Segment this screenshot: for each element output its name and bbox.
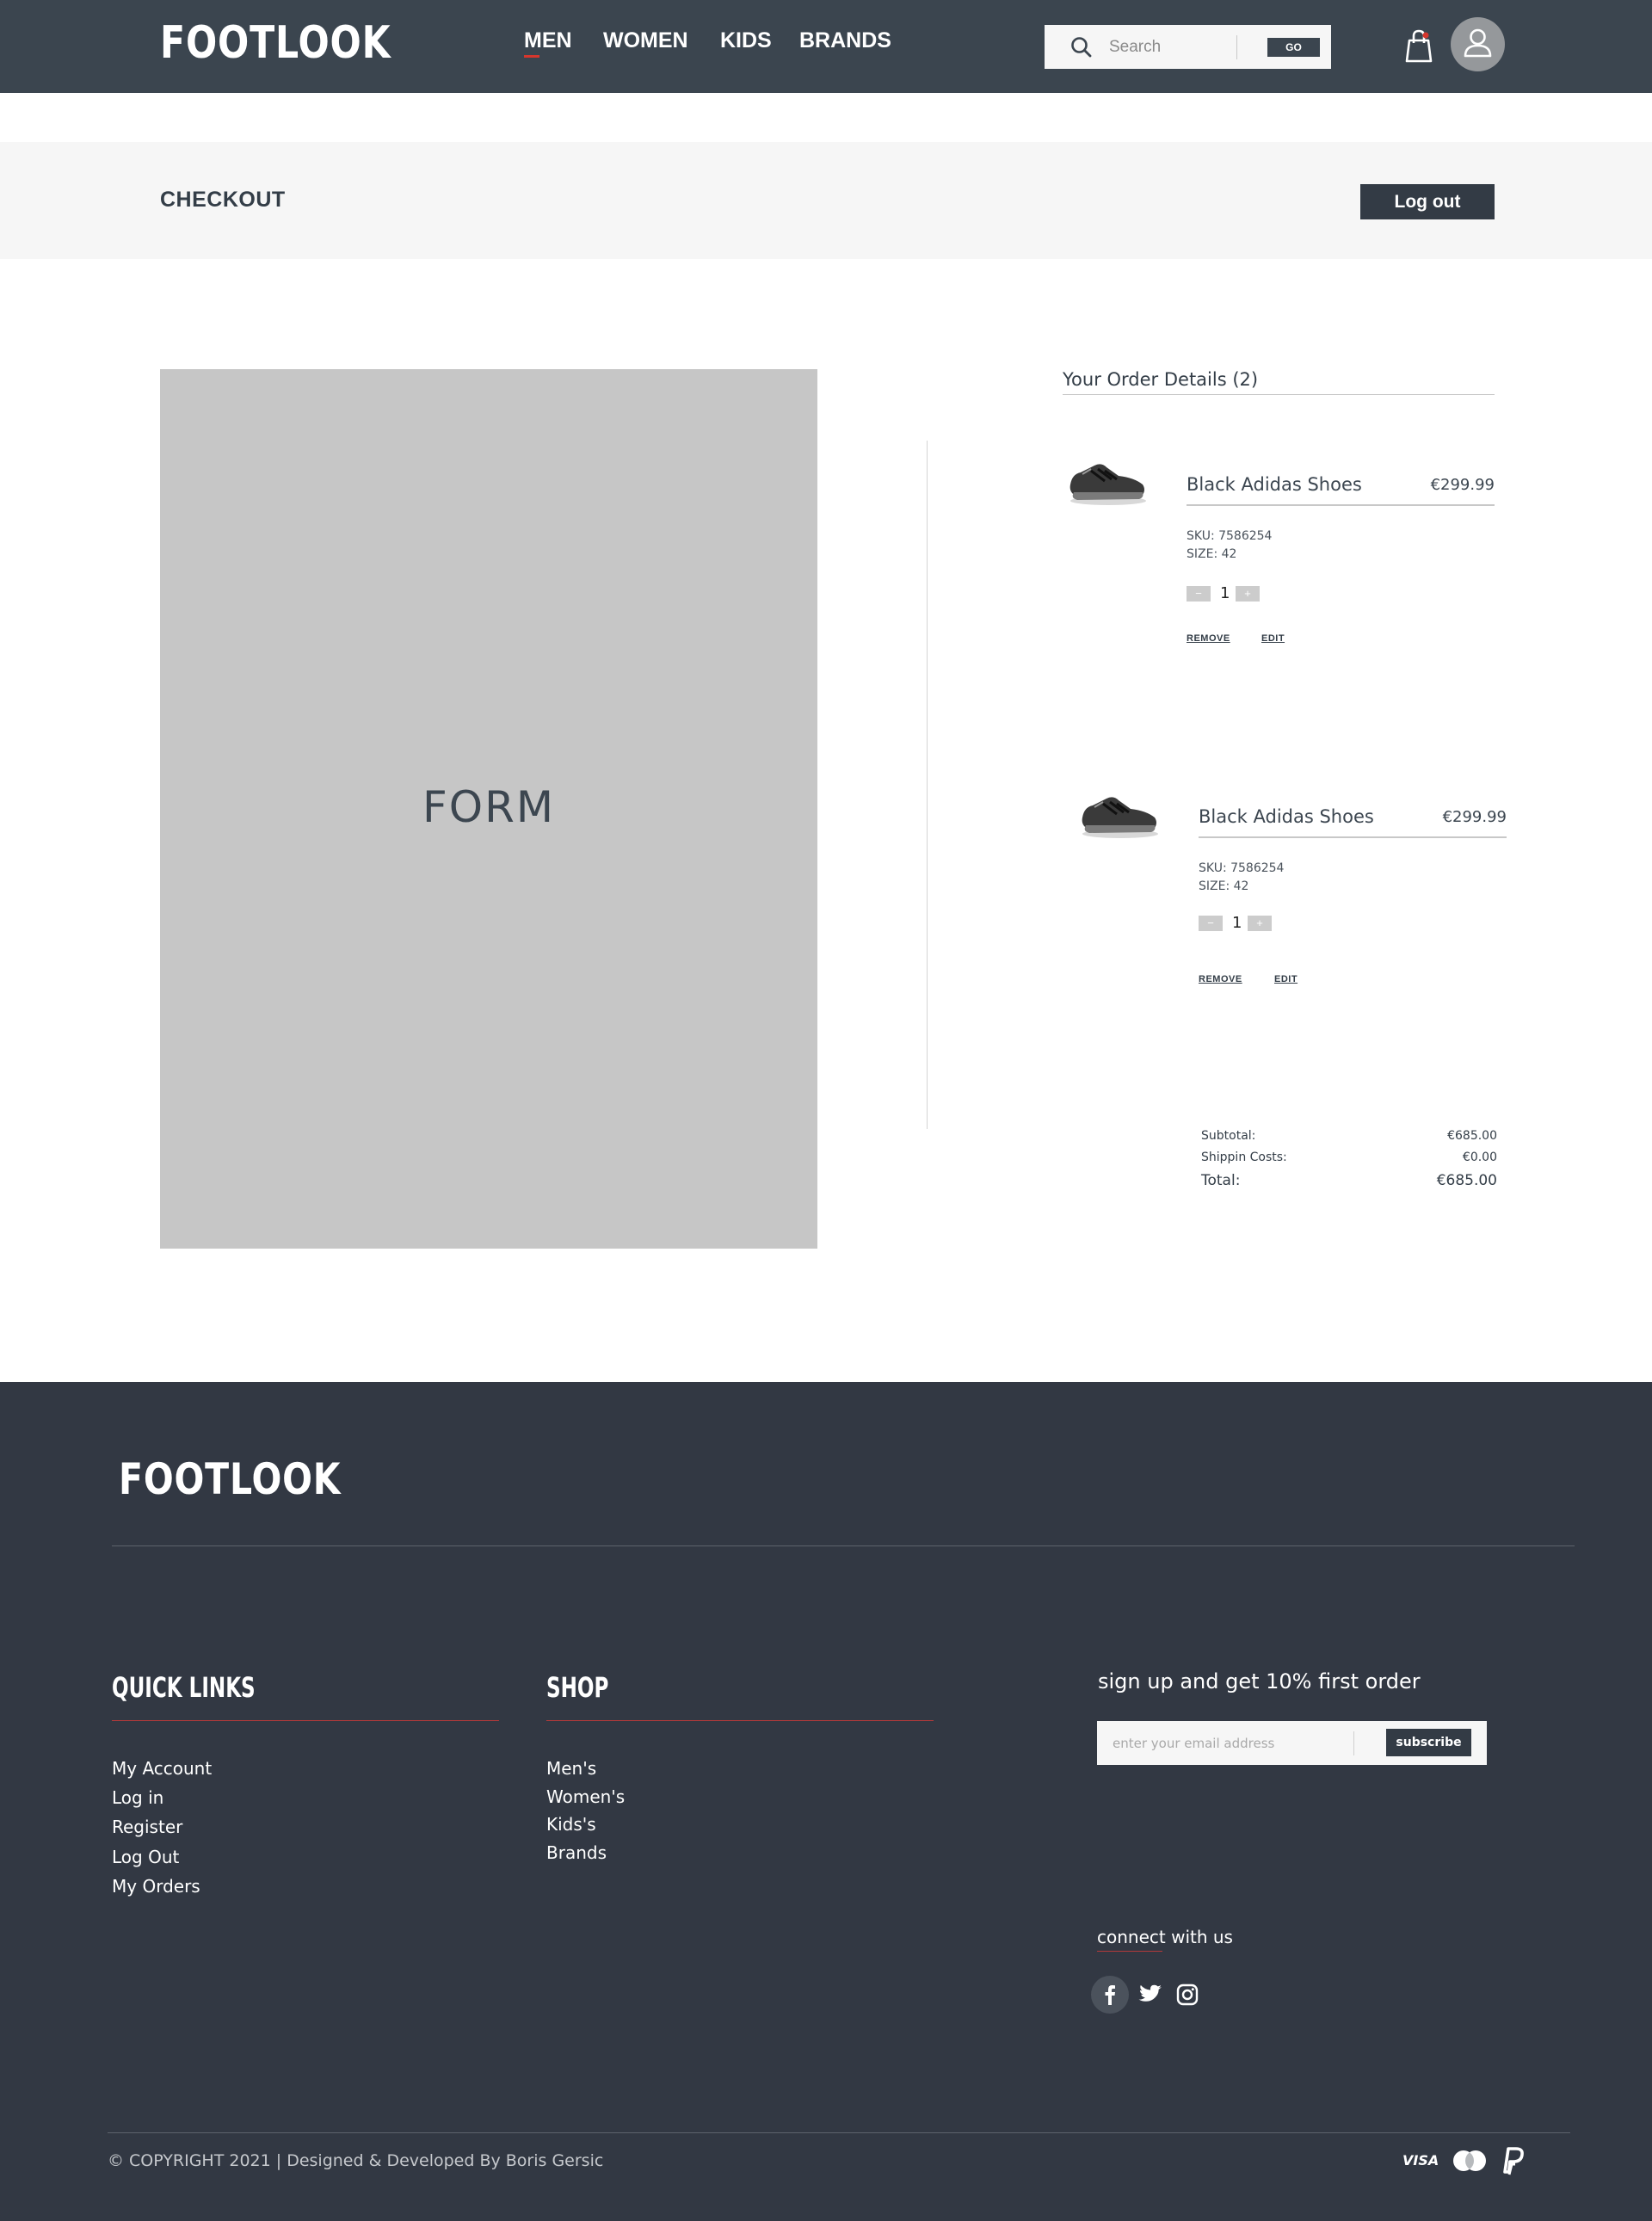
shopping-bag-icon[interactable] [1404, 29, 1433, 67]
order-details-title: Your Order Details (2) [1063, 369, 1259, 390]
shop-underline [546, 1720, 934, 1721]
svg-text:VISA: VISA [1402, 2152, 1438, 2168]
shoe-thumbnail [1065, 452, 1150, 514]
order-title-divider [1063, 394, 1495, 395]
paypal-icon [1500, 2146, 1527, 2179]
nav-men-label: MEN [524, 28, 572, 52]
quick-links-heading: QUICK LINKS [112, 1671, 256, 1704]
footer-logo[interactable]: FOOTLOOK [119, 1454, 341, 1504]
edit-item-link[interactable]: EDIT [1274, 974, 1298, 984]
shipping-value: €0.00 [1462, 1151, 1497, 1164]
user-avatar-icon[interactable] [1451, 17, 1505, 71]
quick-links-underline [112, 1720, 499, 1721]
newsletter-form: subscribe [1097, 1721, 1487, 1765]
top-navbar: FOOTLOOK MEN WOMEN KIDS BRANDS GO [0, 0, 1652, 93]
footer-link-log-in[interactable]: Log in [112, 1787, 163, 1808]
item-divider [1199, 836, 1507, 838]
search-icon[interactable] [1069, 35, 1094, 63]
connect-heading: connect with us [1097, 1927, 1233, 1947]
connect-underline [1097, 1951, 1162, 1952]
item-sku: SKU: 7586254 [1187, 529, 1273, 543]
quantity-increase-button[interactable]: + [1236, 586, 1260, 602]
mastercard-icon [1451, 2149, 1489, 2176]
header-logo[interactable]: FOOTLOOK [160, 17, 391, 69]
quantity-decrease-button[interactable]: − [1199, 916, 1223, 931]
nav-men[interactable]: MEN [524, 28, 572, 58]
nav-women-label: WOMEN [603, 28, 688, 52]
total-label: Total: [1201, 1172, 1241, 1189]
footer [0, 1382, 1652, 2221]
footer-link-brands[interactable]: Brands [546, 1842, 607, 1863]
logout-button[interactable]: Log out [1360, 184, 1495, 219]
subtotal-label: Subtotal: [1201, 1129, 1256, 1143]
page-title: CHECKOUT [160, 188, 286, 212]
nav-brands-label: BRANDS [799, 28, 891, 52]
edit-item-link[interactable]: EDIT [1261, 633, 1285, 644]
copyright-text: © COPYRIGHT 2021 | Designed & Developed … [108, 2151, 604, 2170]
remove-item-link[interactable]: REMOVE [1199, 974, 1242, 984]
footer-link-mens[interactable]: Men's [546, 1758, 596, 1779]
search-divider [1236, 35, 1237, 59]
remove-item-link[interactable]: REMOVE [1187, 633, 1230, 644]
footer-divider-bottom [108, 2132, 1570, 2133]
footer-link-my-orders[interactable]: My Orders [112, 1876, 200, 1897]
item-size: SIZE: 42 [1199, 879, 1249, 893]
search-go-button[interactable]: GO [1267, 38, 1320, 57]
item-price: €299.99 [1430, 476, 1495, 494]
checkout-form-placeholder: FORM [160, 369, 817, 1249]
search-bar: GO [1045, 25, 1331, 69]
footer-link-register[interactable]: Register [112, 1817, 182, 1837]
email-field[interactable] [1113, 1732, 1345, 1755]
newsletter-heading: sign up and get 10% first order [1098, 1669, 1421, 1694]
quantity-value: 1 [1232, 914, 1242, 932]
quantity-decrease-button[interactable]: − [1187, 586, 1211, 602]
shoe-thumbnail [1077, 785, 1162, 847]
instagram-icon[interactable] [1168, 1976, 1206, 2014]
quantity-increase-button[interactable]: + [1248, 916, 1272, 931]
nav-kids[interactable]: KIDS [720, 28, 772, 53]
nav-active-indicator [524, 55, 539, 58]
subscribe-button[interactable]: subscribe [1386, 1729, 1471, 1756]
item-size: SIZE: 42 [1187, 547, 1237, 561]
visa-icon: VISA [1402, 2152, 1439, 2171]
footer-link-kids[interactable]: Kids's [546, 1814, 596, 1835]
nav-kids-label: KIDS [720, 28, 772, 52]
nav-women[interactable]: WOMEN [603, 28, 688, 53]
email-divider [1353, 1731, 1354, 1755]
facebook-icon[interactable] [1091, 1976, 1129, 2014]
search-input[interactable] [1109, 34, 1230, 60]
footer-link-log-out[interactable]: Log Out [112, 1847, 179, 1867]
item-price: €299.99 [1442, 808, 1507, 826]
twitter-icon[interactable] [1131, 1976, 1169, 2014]
shipping-label: Shippin Costs: [1201, 1151, 1287, 1164]
item-name: Black Adidas Shoes [1199, 806, 1374, 827]
item-divider [1187, 504, 1495, 506]
nav-brands[interactable]: BRANDS [799, 28, 891, 53]
quantity-value: 1 [1220, 584, 1230, 602]
item-sku: SKU: 7586254 [1199, 861, 1285, 875]
form-placeholder-label: FORM [422, 782, 555, 832]
subtotal-value: €685.00 [1447, 1129, 1497, 1143]
item-name: Black Adidas Shoes [1187, 474, 1362, 495]
footer-divider-top [112, 1545, 1575, 1546]
vertical-divider [927, 441, 928, 1129]
total-value: €685.00 [1436, 1172, 1497, 1189]
footer-link-womens[interactable]: Women's [546, 1786, 625, 1807]
shop-heading: SHOP [546, 1671, 609, 1704]
footer-link-my-account[interactable]: My Account [112, 1758, 212, 1779]
